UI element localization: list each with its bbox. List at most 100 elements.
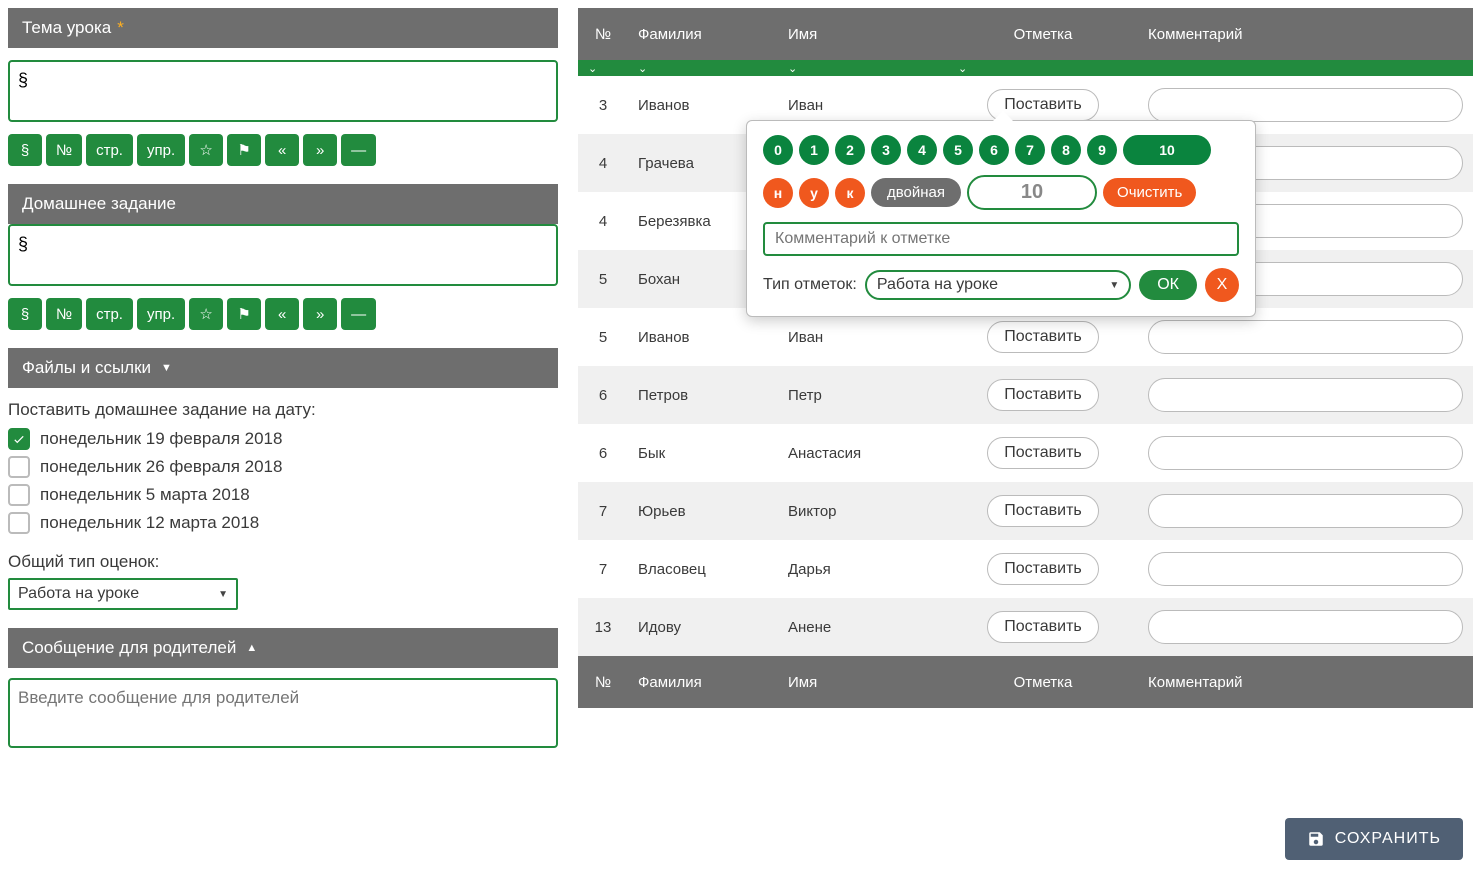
homework-header-text: Домашнее задание (22, 194, 176, 214)
table-row: 13ИдовуАненеПоставить (578, 598, 1473, 656)
symbol-button-0[interactable]: § (8, 134, 42, 166)
set-grade-button[interactable]: Поставить (987, 379, 1099, 411)
files-links-text: Файлы и ссылки (22, 358, 151, 378)
row-comment-input[interactable] (1148, 88, 1463, 122)
row-comment-input[interactable] (1148, 552, 1463, 586)
set-grade-button[interactable]: Поставить (987, 553, 1099, 585)
table-header: № Фамилия Имя Отметка Комментарий (578, 8, 1473, 60)
set-grade-button[interactable]: Поставить (987, 437, 1099, 469)
symbol-button-7[interactable]: » (303, 298, 337, 330)
set-grade-button[interactable]: Поставить (987, 321, 1099, 353)
symbol-button-2[interactable]: стр. (86, 298, 133, 330)
symbol-button-3[interactable]: упр. (137, 134, 185, 166)
symbol-button-6[interactable]: « (265, 298, 299, 330)
cell-name: Анастасия (778, 433, 948, 474)
th-grade: Отметка (948, 14, 1138, 55)
cell-num: 6 (578, 375, 628, 416)
grade-number-1[interactable]: 1 (799, 135, 829, 165)
row-comment-input[interactable] (1148, 436, 1463, 470)
save-icon (1307, 830, 1325, 848)
chevron-down-icon: ▼ (1109, 280, 1119, 291)
date-checkbox-1[interactable] (8, 456, 30, 478)
parents-message-input[interactable] (8, 678, 558, 748)
row-comment-input[interactable] (1148, 610, 1463, 644)
cell-name: Дарья (778, 549, 948, 590)
tf-name: Имя (778, 662, 948, 703)
symbol-button-4[interactable]: ☆ (189, 134, 223, 166)
symbol-button-8[interactable]: — (341, 298, 376, 330)
grade-number-5[interactable]: 5 (943, 135, 973, 165)
cell-lastname: Юрьев (628, 491, 778, 532)
symbol-button-3[interactable]: упр. (137, 298, 185, 330)
symbol-button-5[interactable]: ⚑ (227, 134, 261, 166)
grade-number-10[interactable]: 10 (1123, 135, 1211, 165)
parents-header[interactable]: Сообщение для родителей ▲ (8, 628, 558, 668)
chevron-down-icon: ▼ (218, 589, 228, 600)
popup-comment-input[interactable] (763, 222, 1239, 256)
symbol-button-1[interactable]: № (46, 298, 82, 330)
grade-letter-у[interactable]: у (799, 178, 829, 208)
filter-name[interactable]: ⌄ (778, 60, 948, 76)
save-button[interactable]: СОХРАНИТЬ (1285, 818, 1463, 860)
cell-num: 5 (578, 317, 628, 358)
cell-num: 7 (578, 549, 628, 590)
table-row: 6БыкАнастасияПоставить (578, 424, 1473, 482)
filter-row: ⌄ ⌄ ⌄ ⌄ (578, 60, 1473, 76)
set-grade-button[interactable]: Поставить (987, 611, 1099, 643)
row-comment-input[interactable] (1148, 494, 1463, 528)
symbol-button-5[interactable]: ⚑ (227, 298, 261, 330)
topic-header: Тема урока * (8, 8, 558, 48)
row-comment-input[interactable] (1148, 378, 1463, 412)
chevron-up-icon: ▲ (246, 642, 257, 654)
grade-number-6[interactable]: 6 (979, 135, 1009, 165)
topic-input[interactable] (8, 60, 558, 122)
grade-letter-н[interactable]: н (763, 178, 793, 208)
popup-type-value: Работа на уроке (877, 276, 998, 294)
row-comment-input[interactable] (1148, 320, 1463, 354)
grade-number-2[interactable]: 2 (835, 135, 865, 165)
filter-lastname[interactable]: ⌄ (628, 60, 778, 76)
date-label: понедельник 12 марта 2018 (40, 513, 259, 533)
grade-number-7[interactable]: 7 (1015, 135, 1045, 165)
files-links-header[interactable]: Файлы и ссылки ▼ (8, 348, 558, 388)
clear-grade-button[interactable]: Очистить (1103, 178, 1196, 207)
tf-grade: Отметка (948, 662, 1138, 703)
grade-number-3[interactable]: 3 (871, 135, 901, 165)
grade-number-0[interactable]: 0 (763, 135, 793, 165)
symbol-button-1[interactable]: № (46, 134, 82, 166)
cell-name: Петр (778, 375, 948, 416)
save-button-label: СОХРАНИТЬ (1335, 830, 1441, 848)
grade-type-select[interactable]: Работа на уроке ▼ (8, 578, 238, 610)
topic-header-text: Тема урока (22, 18, 111, 38)
cell-lastname: Иванов (628, 317, 778, 358)
filter-grade[interactable]: ⌄ (948, 60, 1138, 76)
filter-num[interactable]: ⌄ (578, 60, 628, 76)
date-checkbox-0[interactable] (8, 428, 30, 450)
popup-type-select[interactable]: Работа на уроке ▼ (865, 270, 1131, 300)
cell-lastname: Власовец (628, 549, 778, 590)
homework-input[interactable] (8, 224, 558, 286)
symbol-button-2[interactable]: стр. (86, 134, 133, 166)
cell-num: 4 (578, 143, 628, 184)
grade-number-4[interactable]: 4 (907, 135, 937, 165)
symbol-button-6[interactable]: « (265, 134, 299, 166)
homework-header: Домашнее задание (8, 184, 558, 224)
grade-number-9[interactable]: 9 (1087, 135, 1117, 165)
chevron-down-icon: ▼ (161, 362, 172, 374)
cell-num: 6 (578, 433, 628, 474)
symbol-button-0[interactable]: § (8, 298, 42, 330)
grade-letter-к[interactable]: к (835, 178, 865, 208)
set-grade-button[interactable]: Поставить (987, 495, 1099, 527)
symbol-button-4[interactable]: ☆ (189, 298, 223, 330)
popup-ok-button[interactable]: ОК (1139, 270, 1197, 300)
double-grade-button[interactable]: двойная (871, 178, 961, 207)
date-checkbox-2[interactable] (8, 484, 30, 506)
date-label: понедельник 26 февраля 2018 (40, 457, 282, 477)
cell-lastname: Идову (628, 607, 778, 648)
th-num: № (578, 14, 628, 55)
symbol-button-7[interactable]: » (303, 134, 337, 166)
date-checkbox-3[interactable] (8, 512, 30, 534)
grade-number-8[interactable]: 8 (1051, 135, 1081, 165)
symbol-button-8[interactable]: — (341, 134, 376, 166)
popup-close-button[interactable]: X (1205, 268, 1239, 302)
